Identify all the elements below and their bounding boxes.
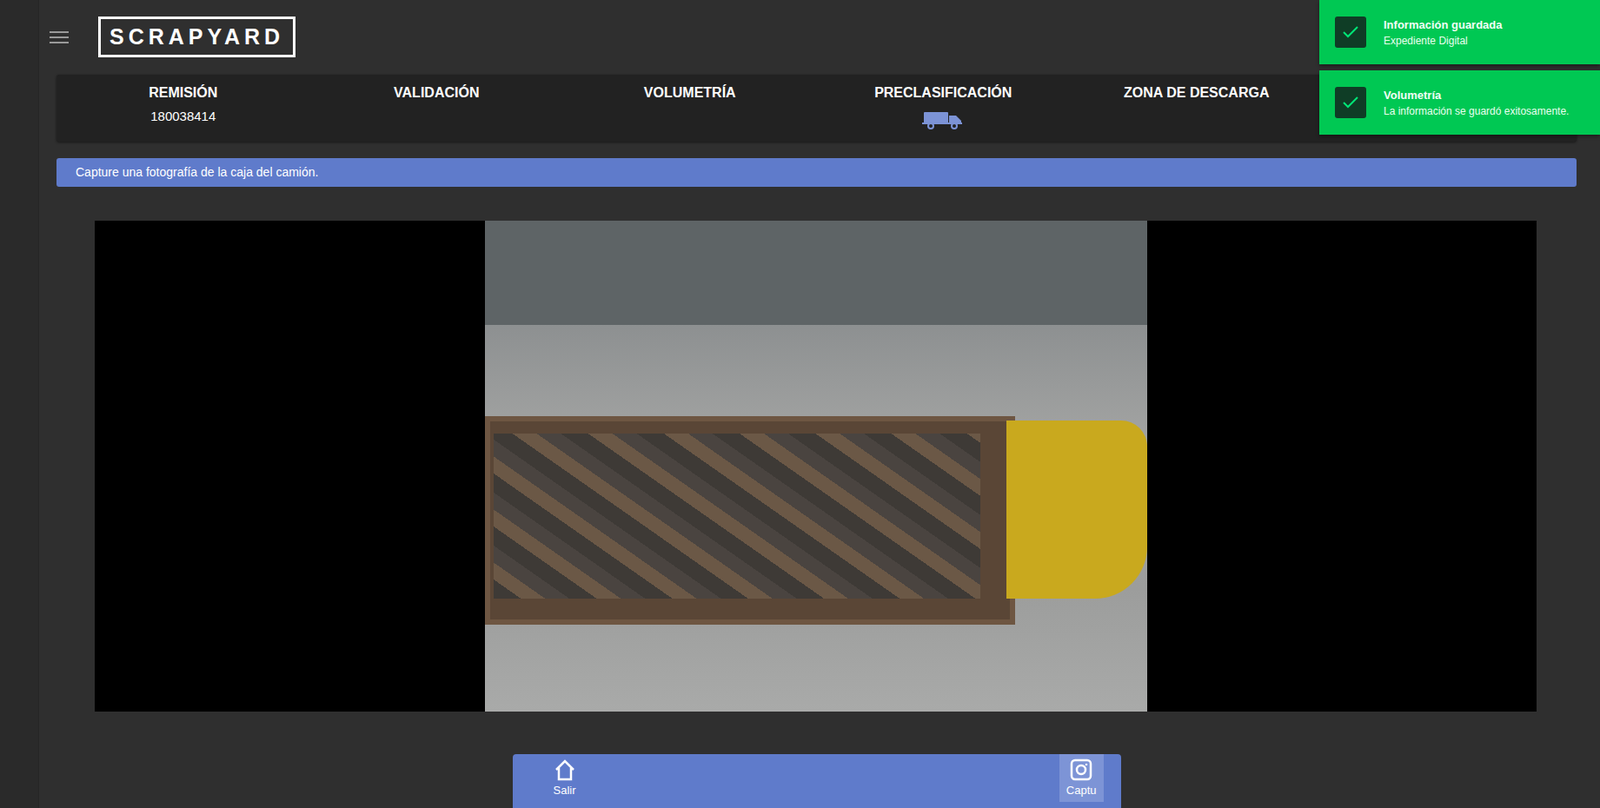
menu-icon[interactable] (49, 31, 69, 44)
notification-message: Expediente Digital (1383, 34, 1503, 47)
instruction-bar: Capture una fotografía de la caja del ca… (56, 158, 1577, 187)
notifications: Información guardada Expediente Digital Vo… (1319, 0, 1600, 135)
step[interactable]: REMISIÓN 180038414 (56, 85, 311, 142)
step-value: 180038414 (150, 108, 216, 124)
capture-button[interactable]: Captu (1059, 754, 1104, 803)
step-label: VOLUMETRÍA (643, 85, 737, 101)
home-icon (552, 758, 578, 782)
check-icon (1342, 26, 1359, 39)
notification-title: Volumetría (1383, 88, 1569, 102)
camera-icon (1068, 758, 1094, 782)
step-label: REMISIÓN (148, 85, 218, 101)
step[interactable]: VALIDACIÓN (310, 85, 565, 142)
button-label: Salir (552, 783, 576, 797)
check-box (1334, 16, 1367, 48)
step[interactable]: VOLUMETRÍA (563, 85, 817, 142)
home-button[interactable]: Salir (545, 754, 585, 803)
button-label: Captu (1066, 783, 1097, 797)
step-label: ZONA DE DESCARGA (1123, 85, 1269, 101)
check-icon (1342, 96, 1359, 109)
logo: SCRAPYARD (98, 16, 296, 58)
camera-frame (484, 220, 1148, 712)
step-label: PRECLASIFICACIÓN (874, 85, 1012, 101)
notification-title: Información guardada (1383, 18, 1503, 32)
toolbar: Salir Captu (512, 754, 1122, 808)
check-box (1334, 86, 1367, 119)
step[interactable]: PRECLASIFICACIÓN (816, 85, 1071, 142)
notification-toast[interactable]: Volumetría La información se guardó exito… (1319, 70, 1600, 135)
notification-toast[interactable]: Información guardada Expediente Digital (1319, 0, 1600, 65)
truck-icon (922, 108, 964, 130)
notification-message: La información se guardó exitosamente. (1383, 105, 1569, 118)
camera-view (94, 220, 1537, 712)
step[interactable]: ZONA DE DESCARGA (1069, 85, 1324, 142)
step-label: VALIDACIÓN (393, 85, 479, 101)
